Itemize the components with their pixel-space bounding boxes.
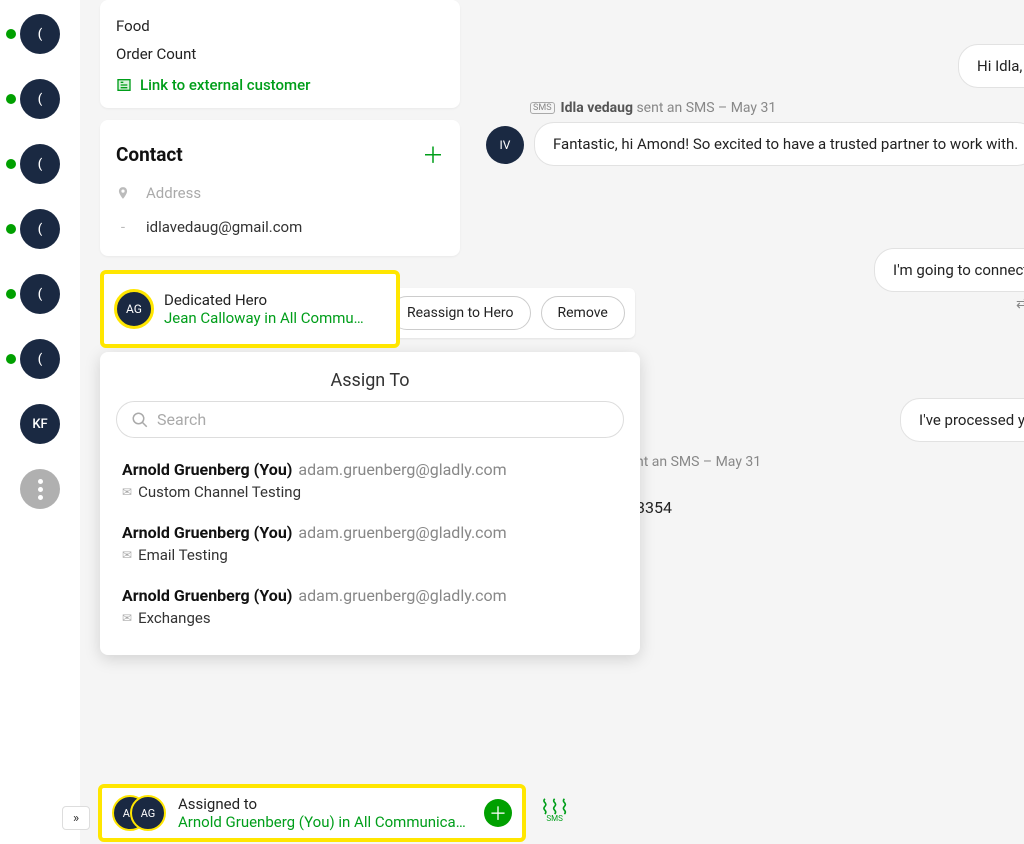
status-dot-icon [6, 224, 16, 234]
assign-option-name: Arnold Gruenberg (You) [122, 523, 292, 542]
contact-card-icon [116, 77, 132, 93]
assign-add-button[interactable]: ＋ [484, 799, 512, 827]
conversation-event-label: SMS Idla vedaug sent an SMS – May 31 [530, 100, 776, 116]
status-dot-icon [6, 29, 16, 39]
status-dot-icon [6, 159, 16, 169]
sender-avatar[interactable]: IV [486, 126, 524, 164]
pin-icon [116, 184, 130, 202]
assigned-to-chip[interactable]: AG AG Assigned to Arnold Gruenberg (You)… [98, 784, 526, 842]
rail-avatar[interactable]: ( [10, 4, 70, 64]
outgoing-message[interactable]: I'm going to connect y [874, 248, 1024, 292]
assigned-avatars: AG AG [112, 793, 168, 833]
assign-option-name: Arnold Gruenberg (You) [122, 586, 292, 605]
signal-icon: ⌇⌇⌇ [540, 800, 569, 814]
assign-option[interactable]: Arnold Gruenberg (You) adam.gruenberg@gla… [116, 578, 624, 641]
outgoing-message[interactable]: I've processed y [900, 398, 1024, 442]
dash-icon: - [116, 218, 130, 236]
remove-button[interactable]: Remove [541, 296, 625, 330]
rail-avatar[interactable]: ( [10, 329, 70, 389]
rail-avatar[interactable]: ( [10, 134, 70, 194]
inbox-icon: ✉ [122, 548, 132, 562]
contact-card: Contact ＋ Address - idlavedaug@gmail.com [100, 120, 460, 256]
dedicated-hero-avatar: AG [114, 289, 154, 329]
incoming-message[interactable]: Fantastic, hi Amond! So excited to have … [534, 122, 1024, 166]
assign-option-email: adam.gruenberg@gladly.com [298, 523, 506, 542]
contact-email-value: idlavedaug@gmail.com [146, 218, 302, 236]
rail-more-button[interactable] [10, 459, 70, 519]
assign-search-wrap[interactable] [116, 401, 624, 438]
inbox-icon: ✉ [122, 611, 132, 625]
status-dot-icon [6, 354, 16, 364]
trailing-text: 3354 [636, 498, 672, 517]
assign-option[interactable]: Arnold Gruenberg (You) adam.gruenberg@gla… [116, 452, 624, 515]
contact-heading: Contact [116, 143, 183, 166]
assign-option-inbox: Exchanges [138, 609, 211, 627]
contact-address-row[interactable]: Address [116, 176, 444, 210]
more-icon [20, 469, 60, 509]
status-dot-icon [6, 289, 16, 299]
hero-action-bar: Reassign to Hero Remove [380, 288, 635, 338]
dedicated-hero-title: Dedicated Hero [164, 291, 364, 309]
contact-email-row[interactable]: - idlavedaug@gmail.com [116, 210, 444, 244]
rail-avatar[interactable]: ( [10, 264, 70, 324]
link-external-customer-label: Link to external customer [140, 76, 310, 94]
rail-avatar[interactable]: KF [10, 394, 70, 454]
outgoing-message[interactable]: Hi Idla, N [958, 44, 1024, 88]
assign-option[interactable]: Arnold Gruenberg (You) adam.gruenberg@gla… [116, 515, 624, 578]
assign-to-title: Assign To [116, 366, 624, 401]
assign-option-inbox: Custom Channel Testing [138, 483, 301, 501]
assign-option-inbox: Email Testing [138, 546, 228, 564]
link-external-customer[interactable]: Link to external customer [116, 68, 444, 96]
sms-badge-icon: SMS [530, 102, 555, 114]
assigned-to-subtitle: Arnold Gruenberg (You) in All Communica… [178, 813, 474, 831]
avatar-rail: ( ( ( ( ( ( KF [0, 0, 80, 844]
add-contact-button[interactable]: ＋ [422, 138, 444, 170]
conversation-event-label: nt an SMS – May 31 [636, 454, 761, 470]
status-dot-icon [6, 94, 16, 104]
dedicated-hero-subtitle: Jean Calloway in All Commu… [164, 309, 364, 327]
assign-to-panel: Assign To Arnold Gruenberg (You) adam.gru… [100, 352, 640, 655]
collapse-button[interactable]: » [62, 806, 90, 830]
customer-info-card: Food Order Count Link to external custom… [100, 0, 460, 108]
assign-option-email: adam.gruenberg@gladly.com [298, 586, 506, 605]
transfer-icon: ⇄ [1016, 296, 1024, 312]
rail-avatar[interactable]: ( [10, 69, 70, 129]
inbox-icon: ✉ [122, 485, 132, 499]
dedicated-hero-chip[interactable]: AG Dedicated Hero Jean Calloway in All C… [100, 270, 400, 348]
assign-option-name: Arnold Gruenberg (You) [122, 460, 292, 479]
reassign-to-hero-button[interactable]: Reassign to Hero [390, 296, 531, 330]
assign-option-email: adam.gruenberg@gladly.com [298, 460, 506, 479]
info-row-food: Food [116, 12, 444, 40]
sms-channel-icon[interactable]: ⌇⌇⌇ SMS [540, 800, 569, 823]
assigned-to-title: Assigned to [178, 795, 474, 813]
search-icon [131, 411, 149, 429]
contact-address-placeholder: Address [146, 184, 201, 202]
info-row-order-count: Order Count [116, 40, 444, 68]
assign-search-input[interactable] [157, 410, 609, 429]
rail-avatar[interactable]: ( [10, 199, 70, 259]
